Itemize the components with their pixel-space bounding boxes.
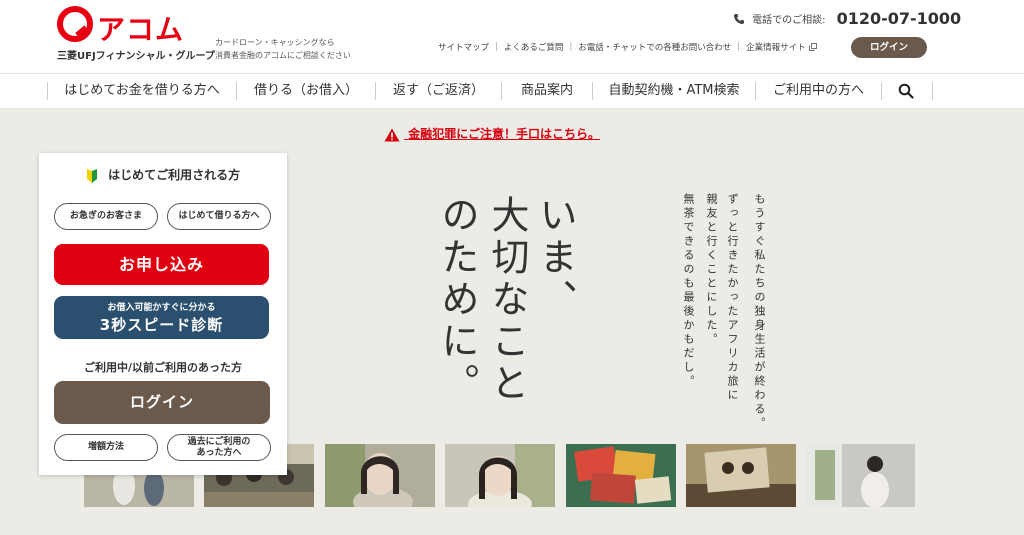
photo-woman-smiling xyxy=(445,444,555,507)
phone-contact[interactable]: 電話でのご相談: 0120-07-1000 xyxy=(733,8,961,28)
util-link-contact[interactable]: お電話・チャットでの各種お問い合わせ xyxy=(578,41,731,53)
header-login-button[interactable]: ログイン xyxy=(851,37,927,58)
panel-title: はじめてご利用される方 xyxy=(39,166,287,183)
hero-story-line2: ずっと行きたかったアフリカ旅に xyxy=(726,193,739,403)
warning-icon xyxy=(384,128,400,141)
nav-item-borrow[interactable]: 借りる（お借入） xyxy=(237,74,375,108)
hero-headline-line2: 大切なこと xyxy=(485,195,529,405)
first-time-panel: はじめてご利用される方 お急ぎのお客さま はじめて借りる方へ お申し込み お借入… xyxy=(39,153,287,475)
speed-check-button[interactable]: お借入可能かすぐに分かる 3秒スピード診断 xyxy=(54,296,269,339)
util-link-corporate[interactable]: 企業情報サイト xyxy=(746,41,806,53)
external-link-icon xyxy=(808,43,817,51)
speed-check-title: 3秒スピード診断 xyxy=(99,316,224,334)
photo-woman-glasses xyxy=(325,444,435,507)
phone-number: 0120-07-1000 xyxy=(836,9,962,28)
util-link-sitemap[interactable]: サイトマップ xyxy=(438,41,489,53)
nav-item-first-time[interactable]: はじめてお金を借りる方へ xyxy=(48,74,236,108)
phone-icon xyxy=(734,13,744,24)
util-divider: | xyxy=(495,42,498,52)
nav-item-atm-search[interactable]: 自動契約機・ATM検索 xyxy=(593,74,755,108)
util-link-faq[interactable]: よくあるご質問 xyxy=(504,41,564,53)
utility-nav: サイトマップ | よくあるご質問 | お電話・チャットでの各種お問い合わせ | … xyxy=(438,41,817,53)
nav-divider xyxy=(881,82,882,100)
main-nav: はじめてお金を借りる方へ 借りる（お借入） 返す（ご返済） 商品案内 自動契約機… xyxy=(0,73,1024,109)
util-divider: | xyxy=(737,42,741,52)
panel-login-button[interactable]: ログイン xyxy=(54,381,270,424)
hero-headline-line3: のために。 xyxy=(435,195,479,405)
hero-headline-line1: いま、 xyxy=(533,195,577,321)
nav-item-repay[interactable]: 返す（ご返済） xyxy=(376,74,501,108)
urgent-customer-button[interactable]: お急ぎのお客さま xyxy=(54,203,158,230)
util-divider: | xyxy=(569,42,573,52)
nav-item-products[interactable]: 商品案内 xyxy=(502,74,592,108)
increase-limit-button[interactable]: 増額方法 xyxy=(54,434,158,461)
photo-woman-window xyxy=(807,444,915,507)
photo-travel-snapshots xyxy=(566,444,676,507)
hero-story-line3: 親友と行くことにした。 xyxy=(705,193,718,347)
tagline-line1: カードローン・キャッシングなら xyxy=(215,38,335,47)
acom-logo-mark-icon xyxy=(57,6,93,42)
past-users-line1: 過去にご利用の xyxy=(187,436,251,447)
search-icon[interactable] xyxy=(898,83,914,99)
nav-divider xyxy=(932,82,933,100)
logo-text: アコム xyxy=(97,13,185,46)
first-borrow-guide-button[interactable]: はじめて借りる方へ xyxy=(167,203,271,230)
past-users-line2: あった方へ xyxy=(196,447,242,458)
speed-check-subtitle: お借入可能かすぐに分かる xyxy=(107,303,216,313)
tagline-line2: 消費者金融のアコムにご相談ください xyxy=(215,51,351,60)
phone-label: 電話でのご相談: xyxy=(752,15,826,26)
fraud-alert-text: 金融犯罪にご注意！手口はこちら。 xyxy=(408,127,600,141)
past-users-button[interactable]: 過去にご利用の あった方へ xyxy=(167,434,271,461)
tagline: カードローン・キャッシングなら 消費者金融のアコムにご相談ください xyxy=(215,36,351,62)
apply-button[interactable]: お申し込み xyxy=(54,244,269,285)
nav-item-current-users[interactable]: ご利用中の方へ xyxy=(756,74,881,108)
photo-africa-trip xyxy=(686,444,796,507)
fraud-alert-link[interactable]: 金融犯罪にご注意！手口はこちら。 xyxy=(384,125,600,142)
hero-story-line4: 無茶できるのも最後かもだし。 xyxy=(682,193,695,389)
site-header: アコム 三菱UFJフィナンシャル・グループ カードローン・キャッシングなら 消費… xyxy=(0,0,1024,73)
returning-users-title: ご利用中/以前ご利用のあった方 xyxy=(83,361,243,374)
hero-story-line1: もうすぐ私たちの独身生活が終わる。 xyxy=(753,193,766,431)
panel-title-text: はじめてご利用される方 xyxy=(108,168,241,182)
group-name: 三菱UFJフィナンシャル・グループ xyxy=(57,51,215,62)
beginner-mark-icon xyxy=(86,168,97,183)
